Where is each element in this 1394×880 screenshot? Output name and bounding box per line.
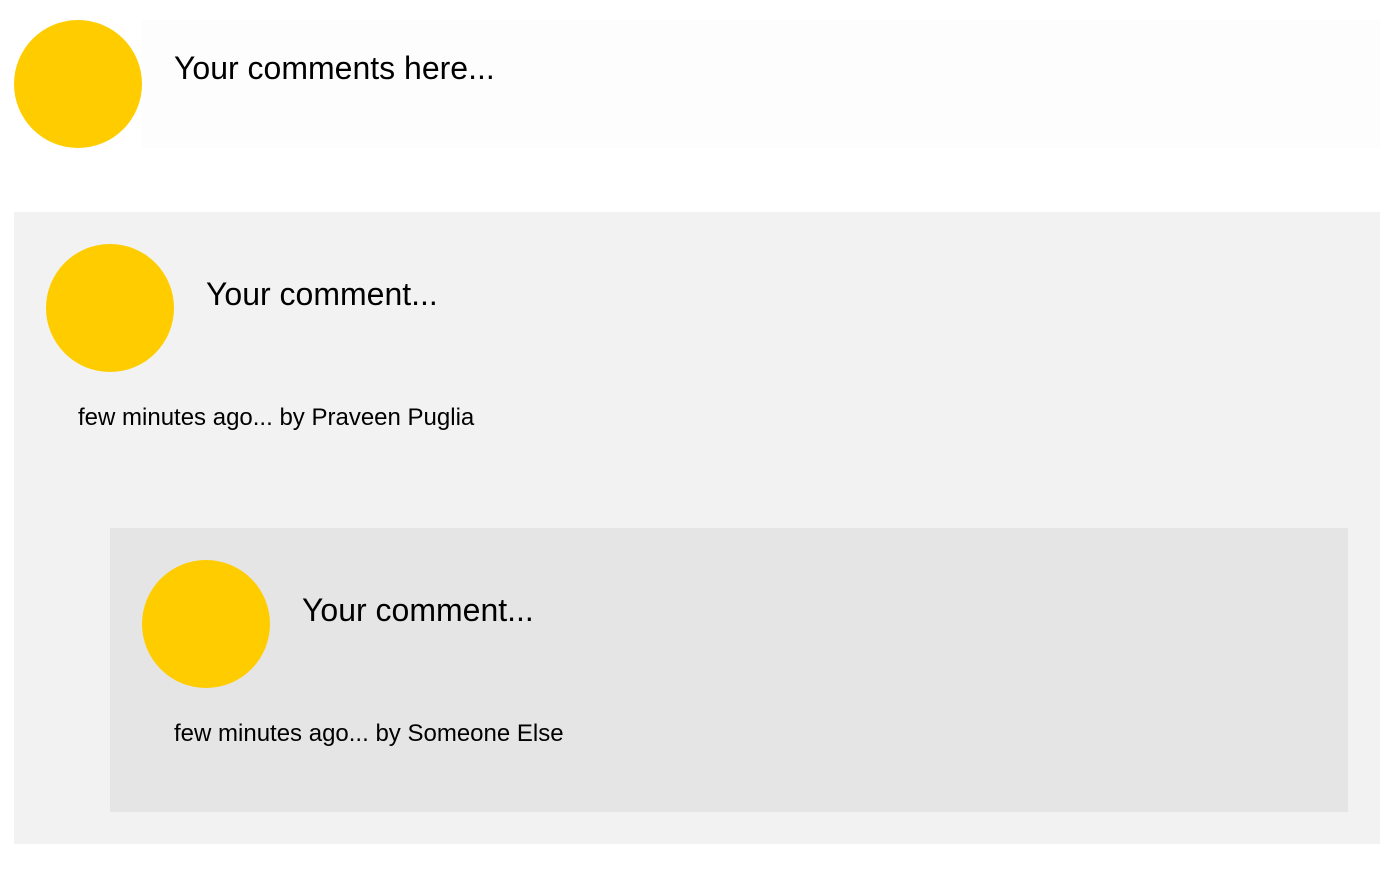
reply: Your comment... few minutes ago... by So…	[110, 528, 1348, 812]
comment-meta: few minutes ago... by Praveen Puglia	[78, 404, 474, 432]
reply-author: Someone Else	[407, 720, 564, 747]
avatar	[142, 560, 270, 688]
avatar	[14, 20, 142, 148]
comment: Your comment... few minutes ago... by Pr…	[14, 212, 1380, 844]
comment-input[interactable]	[142, 20, 1380, 148]
comment-composer	[14, 20, 1380, 148]
avatar	[46, 244, 174, 372]
comment-timestamp: few minutes ago...	[78, 404, 273, 431]
comment-text: Your comment...	[206, 276, 438, 312]
reply-by-label: by	[375, 720, 401, 747]
reply-meta: few minutes ago... by Someone Else	[174, 720, 564, 748]
reply-text: Your comment...	[302, 592, 534, 628]
reply-timestamp: few minutes ago...	[174, 720, 369, 747]
comment-author: Praveen Puglia	[311, 404, 475, 431]
comment-by-label: by	[279, 404, 305, 431]
